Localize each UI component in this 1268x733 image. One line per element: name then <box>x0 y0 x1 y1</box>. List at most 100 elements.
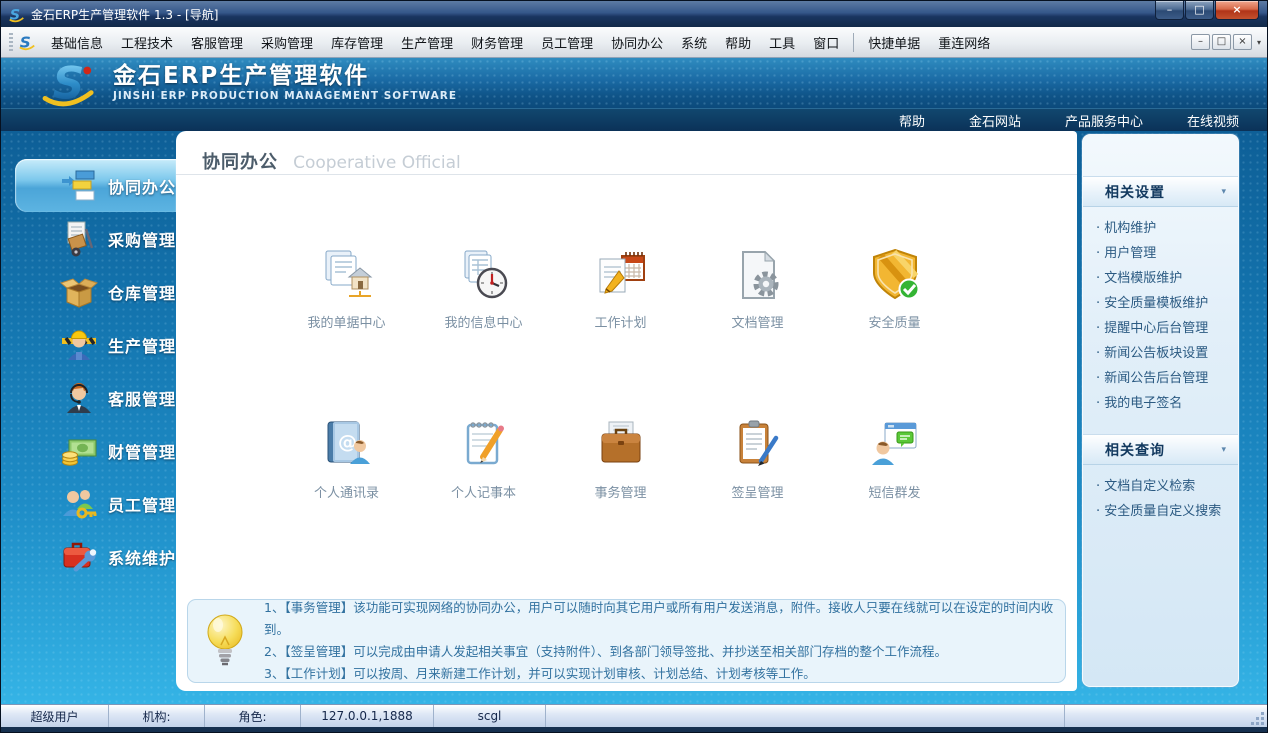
menu-overflow-arrow-icon[interactable]: ▾ <box>1257 38 1261 47</box>
panel-link[interactable]: 安全质量自定义搜索 <box>1096 499 1232 524</box>
chevron-down-icon: ▾ <box>1221 186 1226 197</box>
sidebar-item-cooperative-office[interactable]: 协同办公 <box>15 159 176 212</box>
page-title-en: Cooperative Official <box>293 153 461 173</box>
system-toolbox-icon <box>63 542 97 571</box>
module-affairs-manage[interactable]: 事务管理 <box>552 417 689 501</box>
menu-item[interactable]: 工具 <box>760 28 804 57</box>
module-address-book[interactable]: @ 个人通讯录 <box>278 417 415 501</box>
mdi-window-controls: – □ × ▾ <box>1189 34 1261 50</box>
tips-text: 1、【事务管理】该功能可实现网络的协同办公，用户可以随时向其它用户或所有用户发送… <box>264 597 1065 685</box>
sidebar-item-warehouse[interactable]: 仓库管理 <box>1 265 176 318</box>
panel-link[interactable]: 文档自定义检索 <box>1096 474 1232 499</box>
mdi-close-button[interactable]: × <box>1232 34 1252 50</box>
top-link-strip: 帮助 金石网站 产品服务中心 在线视频 <box>1 108 1267 131</box>
customer-service-icon <box>67 382 91 413</box>
sidebar-item-staff[interactable]: 员工管理 <box>1 477 176 530</box>
status-cell: 角色: <box>205 705 301 727</box>
status-cell: scgl <box>434 705 546 727</box>
sidebar-item-customer-service[interactable]: 客服管理 <box>1 371 176 424</box>
module-label: 个人通讯录 <box>313 486 379 501</box>
module-row-2: @ 个人通讯录 个人记事本 事务管理 签呈管理 短信群发 <box>278 417 963 501</box>
status-cell: 127.0.0.1,1888 <box>301 705 434 727</box>
sidebar-item-label: 财管管理 <box>108 442 177 462</box>
menu-item[interactable]: 重连网络 <box>929 28 999 57</box>
sidebar-item-production[interactable]: 生产管理 <box>1 318 176 371</box>
menu-item[interactable]: 客服管理 <box>182 28 252 57</box>
sidebar-item-label: 采购管理 <box>108 230 177 250</box>
panel-link[interactable]: 我的电子签名 <box>1096 391 1232 416</box>
close-button[interactable]: × <box>1215 1 1259 20</box>
chevron-down-icon: ▾ <box>1221 444 1226 455</box>
main-menu: 基础信息 工程技术 客服管理 采购管理 库存管理 生产管理 财务管理 员工管理 协同办公 系统 帮助… <box>42 28 848 57</box>
top-link[interactable]: 金石网站 <box>969 111 1021 130</box>
toolbar-grip[interactable] <box>9 33 13 51</box>
tips-box: 1、【事务管理】该功能可实现网络的协同办公，用户可以随时向其它用户或所有用户发送… <box>187 599 1066 683</box>
sign-approval-icon <box>739 420 778 466</box>
status-cell: 超级用户 <box>1 705 109 727</box>
menu-item[interactable]: 工程技术 <box>112 28 182 57</box>
my-info-center-icon <box>464 250 507 299</box>
menu-item[interactable]: 系统 <box>672 28 716 57</box>
module-work-plan[interactable]: 工作计划 <box>552 247 689 331</box>
sidebar-item-system-maintenance[interactable]: 系统维护 <box>1 530 176 583</box>
menu-item[interactable]: 协同办公 <box>602 28 672 57</box>
maximize-button[interactable]: □ <box>1185 1 1214 20</box>
menu-item[interactable]: 快捷单据 <box>859 28 929 57</box>
mdi-minimize-button[interactable]: – <box>1190 34 1210 50</box>
menu-item[interactable]: 基础信息 <box>42 28 112 57</box>
sidebar-item-finance[interactable]: 财管管理 <box>1 424 176 477</box>
right-panel: 相关设置 ▾ 机构维护用户管理文档模版维护安全质量模板维护提醒中心后台管理新闻公… <box>1082 134 1239 687</box>
panel-link[interactable]: 提醒中心后台管理 <box>1096 316 1232 341</box>
panel-link[interactable]: 新闻公告后台管理 <box>1096 366 1232 391</box>
panel-link[interactable]: 文档模版维护 <box>1096 266 1232 291</box>
menu-item[interactable]: 库存管理 <box>322 28 392 57</box>
menu-item[interactable]: 帮助 <box>716 28 760 57</box>
top-link[interactable]: 在线视频 <box>1187 111 1239 130</box>
sidebar-item-label: 员工管理 <box>108 495 177 515</box>
svg-text:@: @ <box>338 431 357 453</box>
module-notebook[interactable]: 个人记事本 <box>415 417 552 501</box>
notebook-icon <box>466 422 504 465</box>
module-document-manage[interactable]: 文档管理 <box>689 247 826 331</box>
status-cell <box>546 705 1065 727</box>
top-link[interactable]: 产品服务中心 <box>1065 111 1143 130</box>
module-my-documents-center[interactable]: 我的单据中心 <box>278 247 415 331</box>
module-safety-quality[interactable]: 安全质量 <box>826 247 963 331</box>
status-cell <box>1065 705 1267 727</box>
menu-item[interactable]: 采购管理 <box>252 28 322 57</box>
production-worker-icon <box>62 330 96 360</box>
warehouse-box-icon <box>59 277 99 308</box>
sidebar-item-label: 系统维护 <box>108 548 177 568</box>
menu-item[interactable]: 生产管理 <box>392 28 462 57</box>
staff-people-key-icon <box>63 489 97 518</box>
mdi-restore-button[interactable]: □ <box>1211 34 1231 50</box>
module-label: 工作计划 <box>594 316 647 331</box>
related-settings-links: 机构维护用户管理文档模版维护安全质量模板维护提醒中心后台管理新闻公告板块设置新闻… <box>1083 207 1238 422</box>
sidebar-item-purchase[interactable]: 采购管理 <box>1 212 176 265</box>
module-label: 短信群发 <box>868 486 921 501</box>
banner-subtitle: JINSHI ERP PRODUCTION MANAGEMENT SOFTWAR… <box>113 89 458 102</box>
panel-link[interactable]: 用户管理 <box>1096 241 1232 266</box>
my-documents-center-icon <box>325 250 372 297</box>
minimize-button[interactable]: – <box>1155 1 1184 20</box>
module-label: 我的信息中心 <box>444 316 523 331</box>
panel-link[interactable]: 安全质量模板维护 <box>1096 291 1232 316</box>
resize-grip[interactable] <box>1261 722 1264 725</box>
module-label: 签呈管理 <box>731 486 784 501</box>
module-sms-group-send[interactable]: 短信群发 <box>826 417 963 501</box>
panel-link[interactable]: 机构维护 <box>1096 216 1232 241</box>
panel-link[interactable]: 新闻公告板块设置 <box>1096 341 1232 366</box>
module-my-info-center[interactable]: 我的信息中心 <box>415 247 552 331</box>
section-related-settings[interactable]: 相关设置 ▾ <box>1083 176 1238 207</box>
top-link[interactable]: 帮助 <box>899 111 925 130</box>
address-book-icon: @ <box>327 421 370 464</box>
menu-item[interactable]: 员工管理 <box>532 28 602 57</box>
app-window: S 金石ERP生产管理软件 1.3 - [导航] – □ × S 基础信息 工程技… <box>0 0 1268 733</box>
module-sign-approval[interactable]: 签呈管理 <box>689 417 826 501</box>
module-label: 文档管理 <box>731 316 784 331</box>
module-label: 个人记事本 <box>450 486 516 501</box>
tip-line: 1、【事务管理】该功能可实现网络的协同办公，用户可以随时向其它用户或所有用户发送… <box>264 600 1054 637</box>
menu-item[interactable]: 财务管理 <box>462 28 532 57</box>
menu-item[interactable]: 窗口 <box>804 28 848 57</box>
section-related-query[interactable]: 相关查询 ▾ <box>1083 434 1238 465</box>
